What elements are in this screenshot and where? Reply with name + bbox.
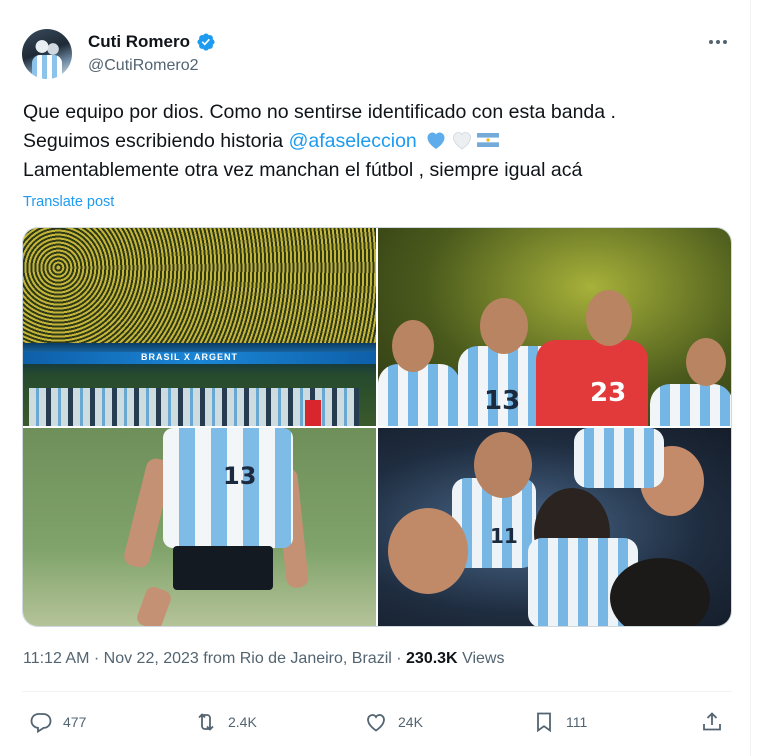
player-left-head [392, 320, 434, 372]
banner-text: BRASIL X ARGENT [141, 352, 239, 362]
views-count: 230.3K [406, 650, 458, 667]
jersey-number-13-b: 13 [223, 462, 257, 490]
column-border [750, 0, 751, 756]
goalkeeper-head [586, 290, 632, 346]
post-line-3: Lamentablemente otra vez manchan el fútb… [23, 159, 583, 181]
post-line-2: Seguimos escribiendo historia @afaselecc… [23, 127, 733, 156]
photo-anthem-closeup[interactable]: 13 23 [378, 228, 731, 426]
divider [22, 691, 732, 692]
like-count: 24K [398, 714, 423, 730]
media-grid: BRASIL X ARGENT 13 23 13 11 [22, 227, 732, 627]
player-right-head [686, 338, 726, 386]
action-bar: 477 2.4K 24K 111 [0, 700, 750, 744]
verified-badge-icon [197, 33, 215, 51]
post-line-1: Que equipo por dios. Como no sentirse id… [23, 101, 616, 123]
player-shorts [173, 546, 273, 590]
post-date[interactable]: Nov 22, 2023 [104, 650, 199, 667]
reply-icon [30, 713, 52, 734]
bookmark-button[interactable]: 111 [532, 700, 587, 744]
avatar[interactable] [22, 29, 72, 79]
jersey-number-11: 11 [490, 524, 518, 548]
player-face-2 [388, 508, 468, 594]
post-line-2-text: Seguimos escribiendo historia [23, 130, 289, 152]
bookmark-count: 111 [566, 714, 588, 730]
post-metadata: 11:12 AM · Nov 22, 2023 from Rio de Jane… [23, 650, 505, 667]
player-face-1 [474, 432, 532, 498]
repost-icon [198, 713, 214, 731]
reply-count: 477 [63, 714, 87, 730]
photo-player-13[interactable]: 13 [23, 428, 376, 626]
views-label: Views [462, 650, 505, 667]
jersey-number-23: 23 [590, 378, 627, 408]
author-handle[interactable]: @CutiRomero2 [88, 57, 199, 75]
repost-count: 2.4K [228, 714, 257, 730]
white-heart-emoji [453, 132, 472, 150]
author-name[interactable]: Cuti Romero [88, 32, 190, 52]
jersey-number-13: 13 [484, 386, 521, 416]
repost-button[interactable]: 2.4K [194, 700, 257, 744]
share-icon [703, 712, 721, 731]
more-options-icon[interactable] [704, 30, 732, 54]
celebrating-player-shirt-3 [574, 428, 664, 488]
argentina-flag-emoji [477, 133, 500, 147]
player-13-head [480, 298, 528, 354]
post-time[interactable]: 11:12 AM [23, 650, 89, 667]
mention-link[interactable]: @afaseleccion [289, 130, 417, 152]
goalkeeper-figure [305, 400, 321, 426]
post-location: from Rio de Janeiro, Brazil [203, 650, 392, 667]
author-name-row[interactable]: Cuti Romero [88, 30, 216, 54]
heart-icon [367, 714, 385, 732]
blue-heart-emoji [427, 132, 445, 149]
like-button[interactable]: 24K [364, 700, 423, 744]
translate-post-link[interactable]: Translate post [23, 194, 114, 210]
player-head-5 [610, 558, 710, 626]
bookmark-icon [537, 712, 551, 733]
photo-stadium-lineup[interactable]: BRASIL X ARGENT [23, 228, 376, 426]
player-left [378, 364, 460, 426]
photo-celebration[interactable]: 11 [378, 428, 731, 626]
reply-button[interactable]: 477 [29, 700, 86, 744]
player-leg [134, 584, 174, 626]
post-text: Que equipo por dios. Como no sentirse id… [23, 98, 733, 185]
player-right [650, 384, 731, 426]
share-button[interactable] [700, 700, 724, 744]
tweet-card: Cuti Romero @CutiRomero2 Que equipo por … [0, 0, 771, 756]
